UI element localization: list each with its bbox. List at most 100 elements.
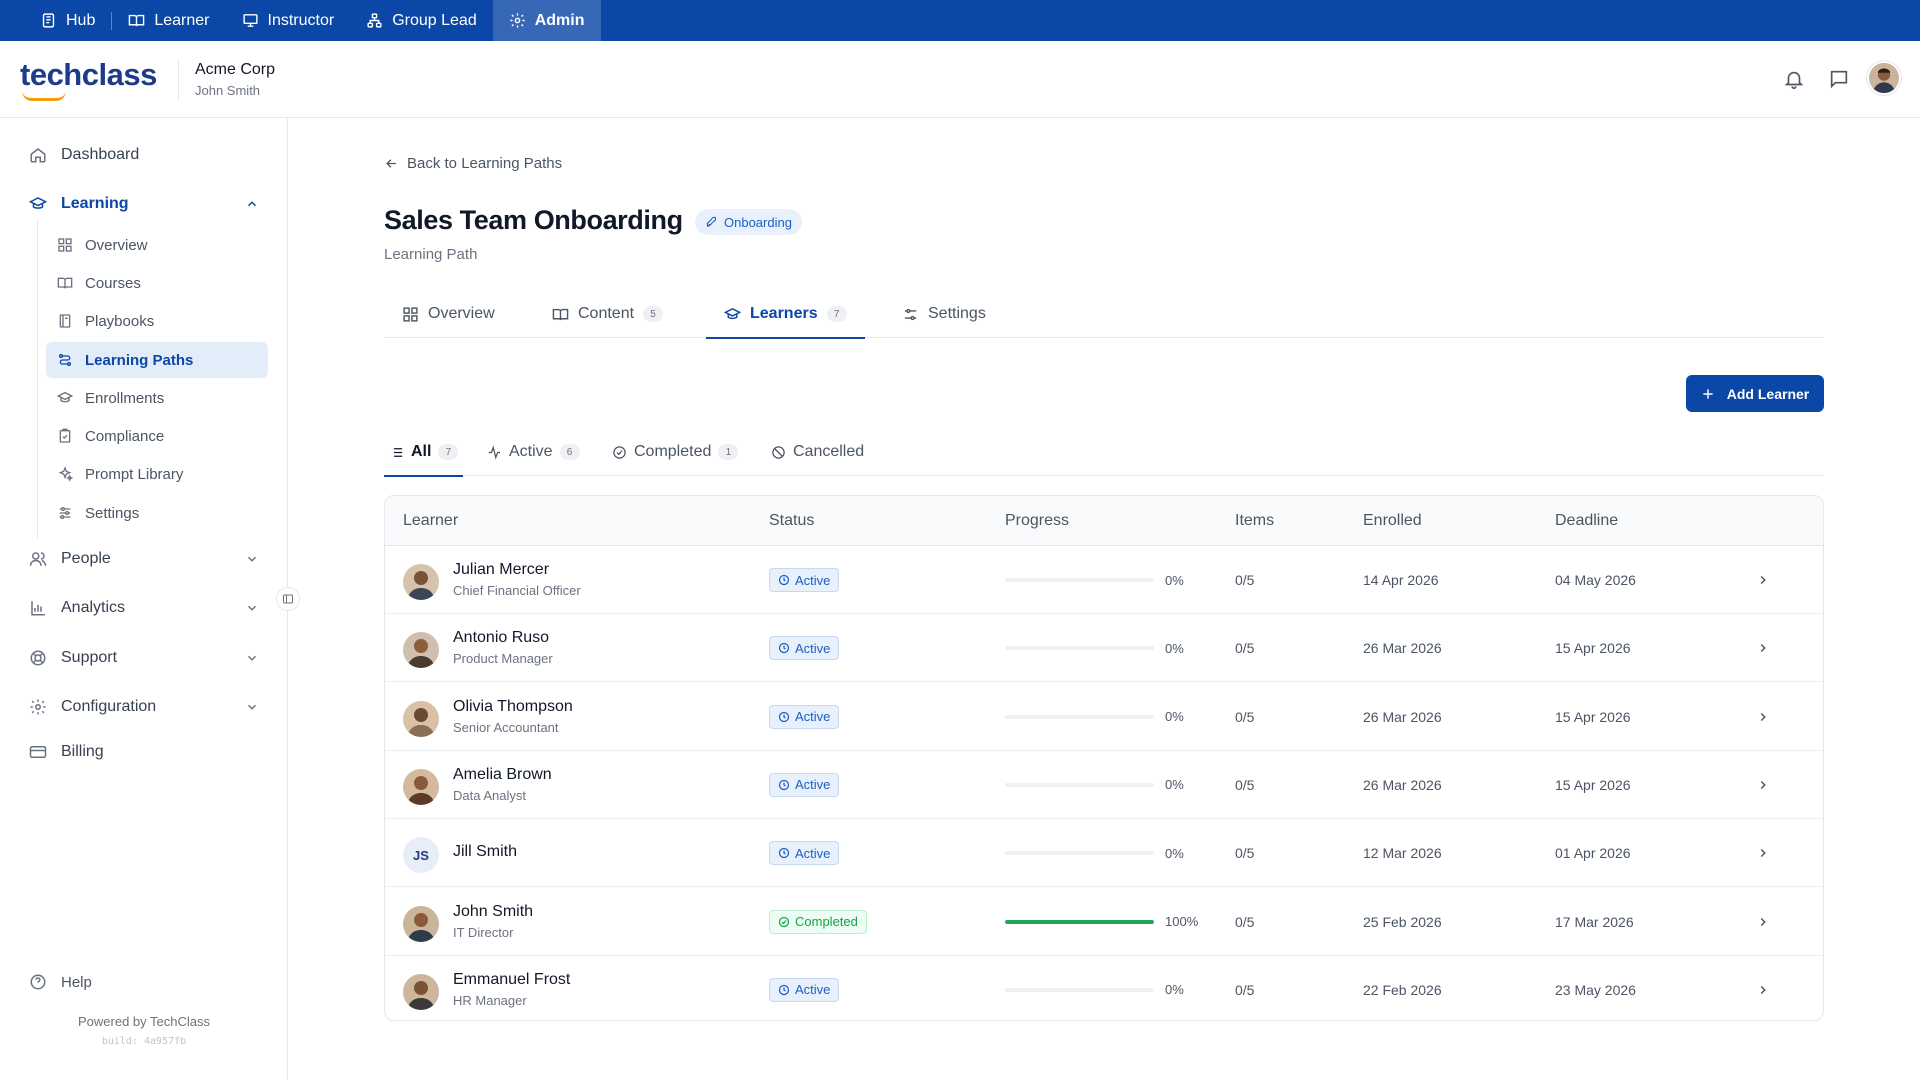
book-open-icon bbox=[57, 277, 73, 289]
build-id: build: 4a957fb bbox=[101, 1036, 187, 1047]
row-open-button[interactable] bbox=[1756, 888, 1770, 956]
table-row[interactable]: JS Jill Smith Active 0% 0/5 12 Mar 2026 … bbox=[385, 819, 1823, 888]
progress-bar bbox=[1005, 714, 1154, 719]
role-switcher-bar: Hub Learner Instructor Group Lead Admin bbox=[0, 0, 1920, 41]
sidebar-item-billing[interactable]: Billing bbox=[29, 743, 259, 761]
learner-name[interactable]: Amelia Brown bbox=[453, 766, 552, 784]
status-badge: Active bbox=[769, 772, 840, 797]
learner-name[interactable]: John Smith bbox=[453, 903, 533, 921]
sidebar-item-playbooks[interactable]: Playbooks bbox=[46, 303, 268, 339]
items-count: 0/5 bbox=[1235, 776, 1255, 793]
clock-icon bbox=[778, 779, 790, 791]
row-open-button[interactable] bbox=[1756, 614, 1770, 682]
filter-cancelled[interactable]: Cancelled bbox=[771, 428, 864, 476]
role-label: Admin bbox=[534, 11, 585, 29]
app-header: techclass Acme Corp John Smith bbox=[0, 41, 1920, 118]
bar-chart-icon bbox=[31, 601, 45, 616]
bell-icon[interactable] bbox=[1783, 68, 1805, 90]
role-group-lead[interactable]: Group Lead bbox=[350, 0, 493, 41]
role-hub[interactable]: Hub bbox=[24, 0, 111, 41]
table-row[interactable]: Julian Mercer Chief Financial Officer Ac… bbox=[385, 546, 1823, 614]
back-link[interactable]: Back to Learning Paths bbox=[384, 155, 562, 172]
row-open-button[interactable] bbox=[1756, 546, 1770, 614]
sidebar-item-analytics[interactable]: Analytics bbox=[29, 599, 259, 617]
progress-bar bbox=[1005, 578, 1154, 582]
column-header-items[interactable]: Items bbox=[1235, 496, 1274, 546]
sidebar-item-settings[interactable]: Settings bbox=[46, 495, 268, 531]
status-cell: Active bbox=[769, 614, 840, 682]
tab-learners[interactable]: Learners 7 bbox=[706, 290, 865, 339]
table-row[interactable]: Amelia Brown Data Analyst Active 0% 0/5 … bbox=[385, 751, 1823, 819]
sidebar-item-learning[interactable]: Learning bbox=[29, 195, 259, 213]
filter-completed[interactable]: Completed 1 bbox=[612, 428, 739, 476]
techclass-logo[interactable]: techclass bbox=[20, 57, 157, 101]
role-admin[interactable]: Admin bbox=[492, 0, 601, 41]
sidebar-item-support[interactable]: Support bbox=[29, 649, 259, 667]
sidebar-item-prompt-library[interactable]: Prompt Library bbox=[46, 456, 268, 492]
progress-percent: 0% bbox=[1165, 845, 1184, 861]
learner-role: HR Manager bbox=[453, 992, 527, 1008]
role-instructor[interactable]: Instructor bbox=[226, 0, 351, 41]
learners-table: Learner Status Progress Items Enrolled D… bbox=[384, 495, 1824, 1021]
sidebar-item-enrollments[interactable]: Enrollments bbox=[46, 380, 268, 416]
add-learner-button[interactable]: Add Learner bbox=[1686, 375, 1824, 412]
sidebar-item-dashboard[interactable]: Dashboard bbox=[29, 146, 259, 164]
sidebar-item-help[interactable]: Help bbox=[29, 973, 92, 991]
category-badge: Onboarding bbox=[695, 209, 802, 235]
sidebar-item-configuration[interactable]: Configuration bbox=[29, 698, 259, 716]
learner-name[interactable]: Antonio Ruso bbox=[453, 629, 549, 647]
learner-name[interactable]: Jill Smith bbox=[453, 843, 517, 861]
message-icon[interactable] bbox=[1828, 68, 1850, 90]
sidebar-item-learning-paths[interactable]: Learning Paths bbox=[46, 342, 268, 378]
sidebar-item-label: People bbox=[61, 550, 111, 567]
table-row[interactable]: Antonio Ruso Product Manager Active 0% 0… bbox=[385, 614, 1823, 683]
role-learner[interactable]: Learner bbox=[112, 0, 225, 41]
tab-label: Settings bbox=[928, 305, 986, 322]
learner-name[interactable]: Olivia Thompson bbox=[453, 698, 573, 716]
column-header-status[interactable]: Status bbox=[769, 496, 814, 546]
status-badge: Active bbox=[769, 841, 840, 866]
learner-avatar bbox=[403, 905, 439, 942]
clock-icon bbox=[778, 711, 790, 722]
tab-overview[interactable]: Overview bbox=[402, 290, 495, 338]
filter-count: 7 bbox=[438, 444, 459, 460]
table-row[interactable]: Olivia Thompson Senior Accountant Active… bbox=[385, 683, 1823, 751]
sidebar-collapse-button[interactable] bbox=[276, 587, 300, 611]
sidebar-item-label: Configuration bbox=[61, 698, 157, 715]
status-badge: Active bbox=[769, 636, 840, 661]
progress-cell: 0% bbox=[1005, 546, 1205, 614]
status-label: Active bbox=[795, 709, 831, 725]
chevron-right-icon bbox=[1760, 849, 1766, 858]
sidebar-item-compliance[interactable]: Compliance bbox=[46, 418, 268, 454]
row-open-button[interactable] bbox=[1756, 956, 1770, 1020]
row-open-button[interactable] bbox=[1756, 751, 1770, 819]
filter-active[interactable]: Active 6 bbox=[487, 428, 580, 476]
logo-text: techclass bbox=[20, 57, 157, 92]
tab-content[interactable]: Content 5 bbox=[552, 290, 664, 338]
chevron-right-icon bbox=[1760, 575, 1766, 585]
status-badge: Completed bbox=[769, 909, 867, 934]
table-row[interactable]: Emmanuel Frost HR Manager Active 0% 0/5 … bbox=[385, 956, 1823, 1020]
row-open-button[interactable] bbox=[1756, 683, 1770, 751]
status-label: Active bbox=[795, 572, 831, 588]
progress-bar bbox=[1005, 782, 1154, 787]
column-header-progress[interactable]: Progress bbox=[1005, 496, 1069, 546]
clock-icon bbox=[778, 848, 790, 859]
sidebar-item-courses[interactable]: Courses bbox=[46, 265, 268, 301]
column-header-enrolled[interactable]: Enrolled bbox=[1363, 496, 1422, 546]
sidebar-item-label: Analytics bbox=[61, 599, 126, 616]
chevron-right-icon bbox=[1760, 917, 1766, 926]
row-open-button[interactable] bbox=[1756, 819, 1770, 887]
enrolled-date: 25 Feb 2026 bbox=[1363, 913, 1442, 930]
sidebar-item-people[interactable]: People bbox=[29, 550, 259, 568]
column-header-learner[interactable]: Learner bbox=[403, 496, 458, 546]
column-header-deadline[interactable]: Deadline bbox=[1555, 496, 1618, 546]
filter-all[interactable]: All 7 bbox=[384, 428, 464, 477]
sidebar-item-overview[interactable]: Overview bbox=[46, 227, 268, 263]
learner-name[interactable]: Emmanuel Frost bbox=[453, 971, 570, 989]
tab-settings[interactable]: Settings bbox=[902, 290, 986, 338]
table-row[interactable]: John Smith IT Director Completed 100% 0/… bbox=[385, 888, 1823, 956]
progress-cell: 0% bbox=[1005, 614, 1205, 682]
user-avatar[interactable] bbox=[1867, 61, 1901, 95]
learner-name[interactable]: Julian Mercer bbox=[453, 561, 549, 579]
